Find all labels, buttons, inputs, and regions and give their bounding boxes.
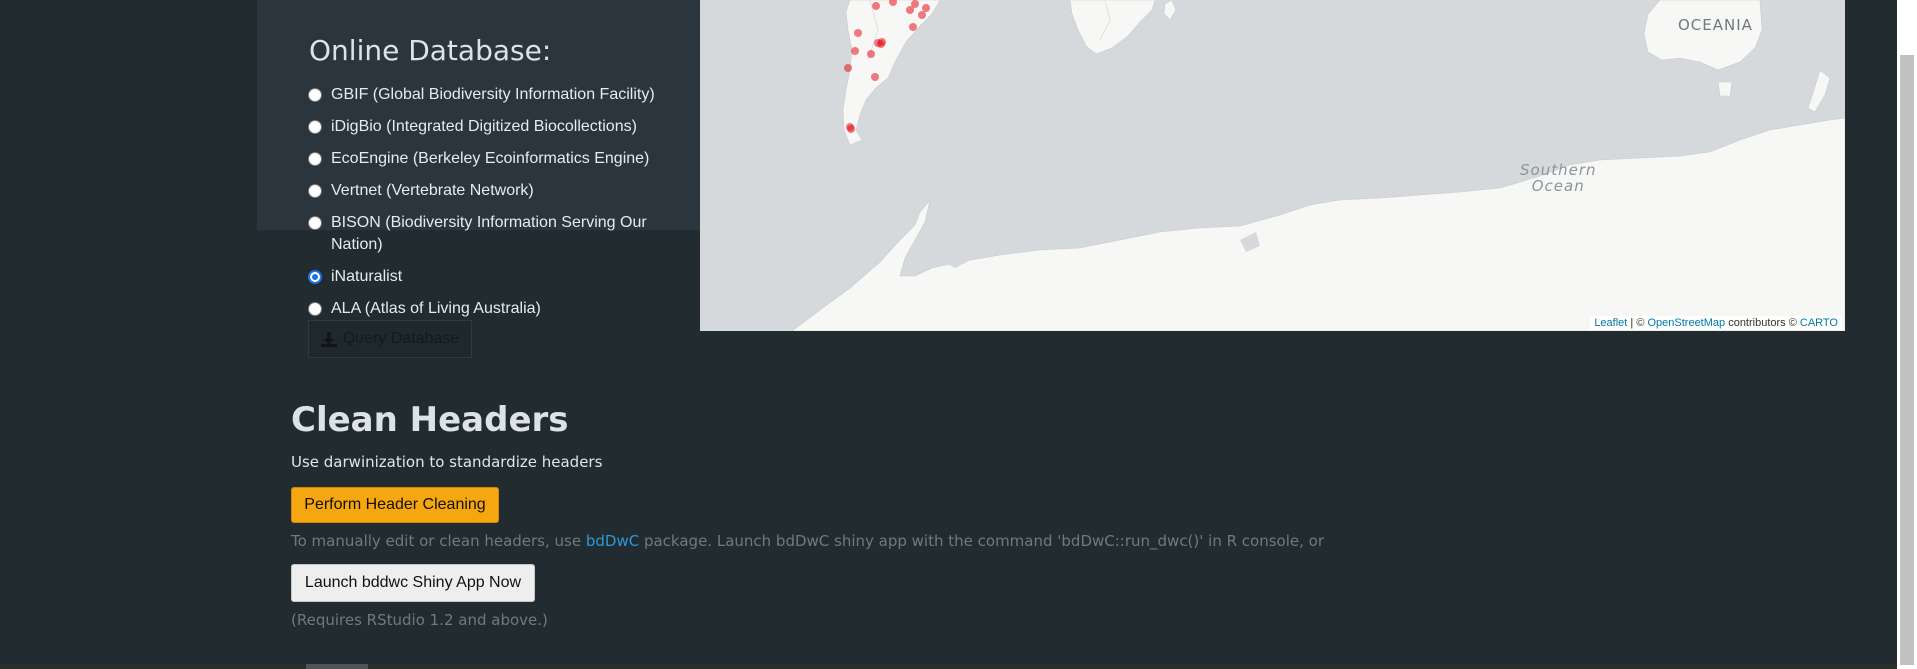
occurrence-point[interactable] bbox=[918, 11, 926, 19]
radio-option-idigbio[interactable]: iDigBio (Integrated Digitized Biocollect… bbox=[308, 116, 668, 138]
radio-label: EcoEngine (Berkeley Ecoinformatics Engin… bbox=[331, 150, 650, 167]
radio-button[interactable] bbox=[308, 302, 322, 316]
download-icon bbox=[320, 331, 337, 347]
map-label-oceania: OCEANIA bbox=[1678, 16, 1753, 34]
occurrence-point[interactable] bbox=[867, 50, 875, 58]
radio-button[interactable] bbox=[308, 270, 322, 284]
launch-shiny-app-button[interactable]: Launch bddwc Shiny App Now bbox=[291, 564, 535, 602]
clean-headers-description: Use darwinization to standardize headers bbox=[291, 453, 603, 471]
query-database-button[interactable]: Query Database bbox=[308, 320, 472, 358]
clean-headers-title: Clean Headers bbox=[291, 400, 569, 440]
occurrence-point[interactable] bbox=[909, 23, 917, 31]
map-label-southern-ocean: Southern Ocean bbox=[1520, 162, 1597, 194]
attribution-contributors: contributors © bbox=[1725, 317, 1800, 329]
map-label-ocean: Ocean bbox=[1531, 177, 1585, 195]
radio-option-inaturalist[interactable]: iNaturalist bbox=[308, 266, 668, 288]
radio-option-bison[interactable]: BISON (Biodiversity Information Serving … bbox=[308, 212, 668, 256]
bottom-tab-stub bbox=[306, 664, 368, 669]
manual-edit-suffix: package. Launch bdDwC shiny app with the… bbox=[639, 532, 1324, 550]
bottom-edge bbox=[0, 664, 1897, 669]
leaflet-link[interactable]: Leaflet bbox=[1594, 317, 1627, 329]
occurrence-point[interactable] bbox=[844, 64, 852, 72]
radio-button[interactable] bbox=[308, 120, 322, 134]
scrollbar-thumb[interactable] bbox=[1900, 55, 1914, 665]
requirement-note: (Requires RStudio 1.2 and above.) bbox=[291, 611, 548, 629]
occurrence-point[interactable] bbox=[872, 2, 880, 10]
radio-button[interactable] bbox=[308, 152, 322, 166]
perform-header-cleaning-button[interactable]: Perform Header Cleaning bbox=[291, 487, 499, 523]
occurrence-point[interactable] bbox=[889, 0, 897, 6]
attribution-separator: | © bbox=[1627, 317, 1648, 329]
map-label-southern: Southern bbox=[1520, 161, 1597, 179]
map-attribution: Leaflet | © OpenStreetMap contributors ©… bbox=[1590, 316, 1842, 330]
manual-edit-text: To manually edit or clean headers, use b… bbox=[291, 532, 1324, 550]
osm-link[interactable]: OpenStreetMap bbox=[1647, 317, 1725, 329]
radio-option-ecoengine[interactable]: EcoEngine (Berkeley Ecoinformatics Engin… bbox=[308, 148, 668, 170]
carto-link[interactable]: CARTO bbox=[1800, 317, 1838, 329]
occurrence-point[interactable] bbox=[906, 6, 914, 14]
occurrence-point[interactable] bbox=[922, 4, 930, 12]
radio-label: iNaturalist bbox=[331, 268, 403, 285]
radio-label: GBIF (Global Biodiversity Information Fa… bbox=[331, 86, 655, 103]
occurrence-point[interactable] bbox=[878, 38, 886, 46]
occurrence-points bbox=[844, 0, 930, 133]
radio-button[interactable] bbox=[308, 184, 322, 198]
radio-label: ALA (Atlas of Living Australia) bbox=[331, 300, 541, 317]
occurrence-point[interactable] bbox=[871, 73, 879, 81]
occurrence-point[interactable] bbox=[851, 47, 859, 55]
radio-button[interactable] bbox=[308, 88, 322, 102]
radio-option-vertnet[interactable]: Vertnet (Vertebrate Network) bbox=[308, 180, 668, 202]
occurrence-map[interactable]: OCEANIA Southern Ocean Leaflet | © OpenS… bbox=[700, 0, 1845, 331]
occurrence-point[interactable] bbox=[854, 29, 862, 37]
manual-edit-prefix: To manually edit or clean headers, use bbox=[291, 532, 586, 550]
radio-label: Vertnet (Vertebrate Network) bbox=[331, 182, 534, 199]
database-radio-group: GBIF (Global Biodiversity Information Fa… bbox=[308, 84, 668, 330]
occurrence-point[interactable] bbox=[847, 125, 855, 133]
radio-label: BISON (Biodiversity Information Serving … bbox=[331, 214, 647, 253]
radio-button[interactable] bbox=[308, 216, 322, 230]
bddwc-link[interactable]: bdDwC bbox=[586, 532, 639, 550]
radio-option-ala[interactable]: ALA (Atlas of Living Australia) bbox=[308, 298, 668, 320]
radio-label: iDigBio (Integrated Digitized Biocollect… bbox=[331, 118, 637, 135]
query-database-label: Query Database bbox=[342, 330, 460, 347]
radio-option-gbif[interactable]: GBIF (Global Biodiversity Information Fa… bbox=[308, 84, 668, 106]
online-database-title: Online Database: bbox=[309, 34, 552, 67]
